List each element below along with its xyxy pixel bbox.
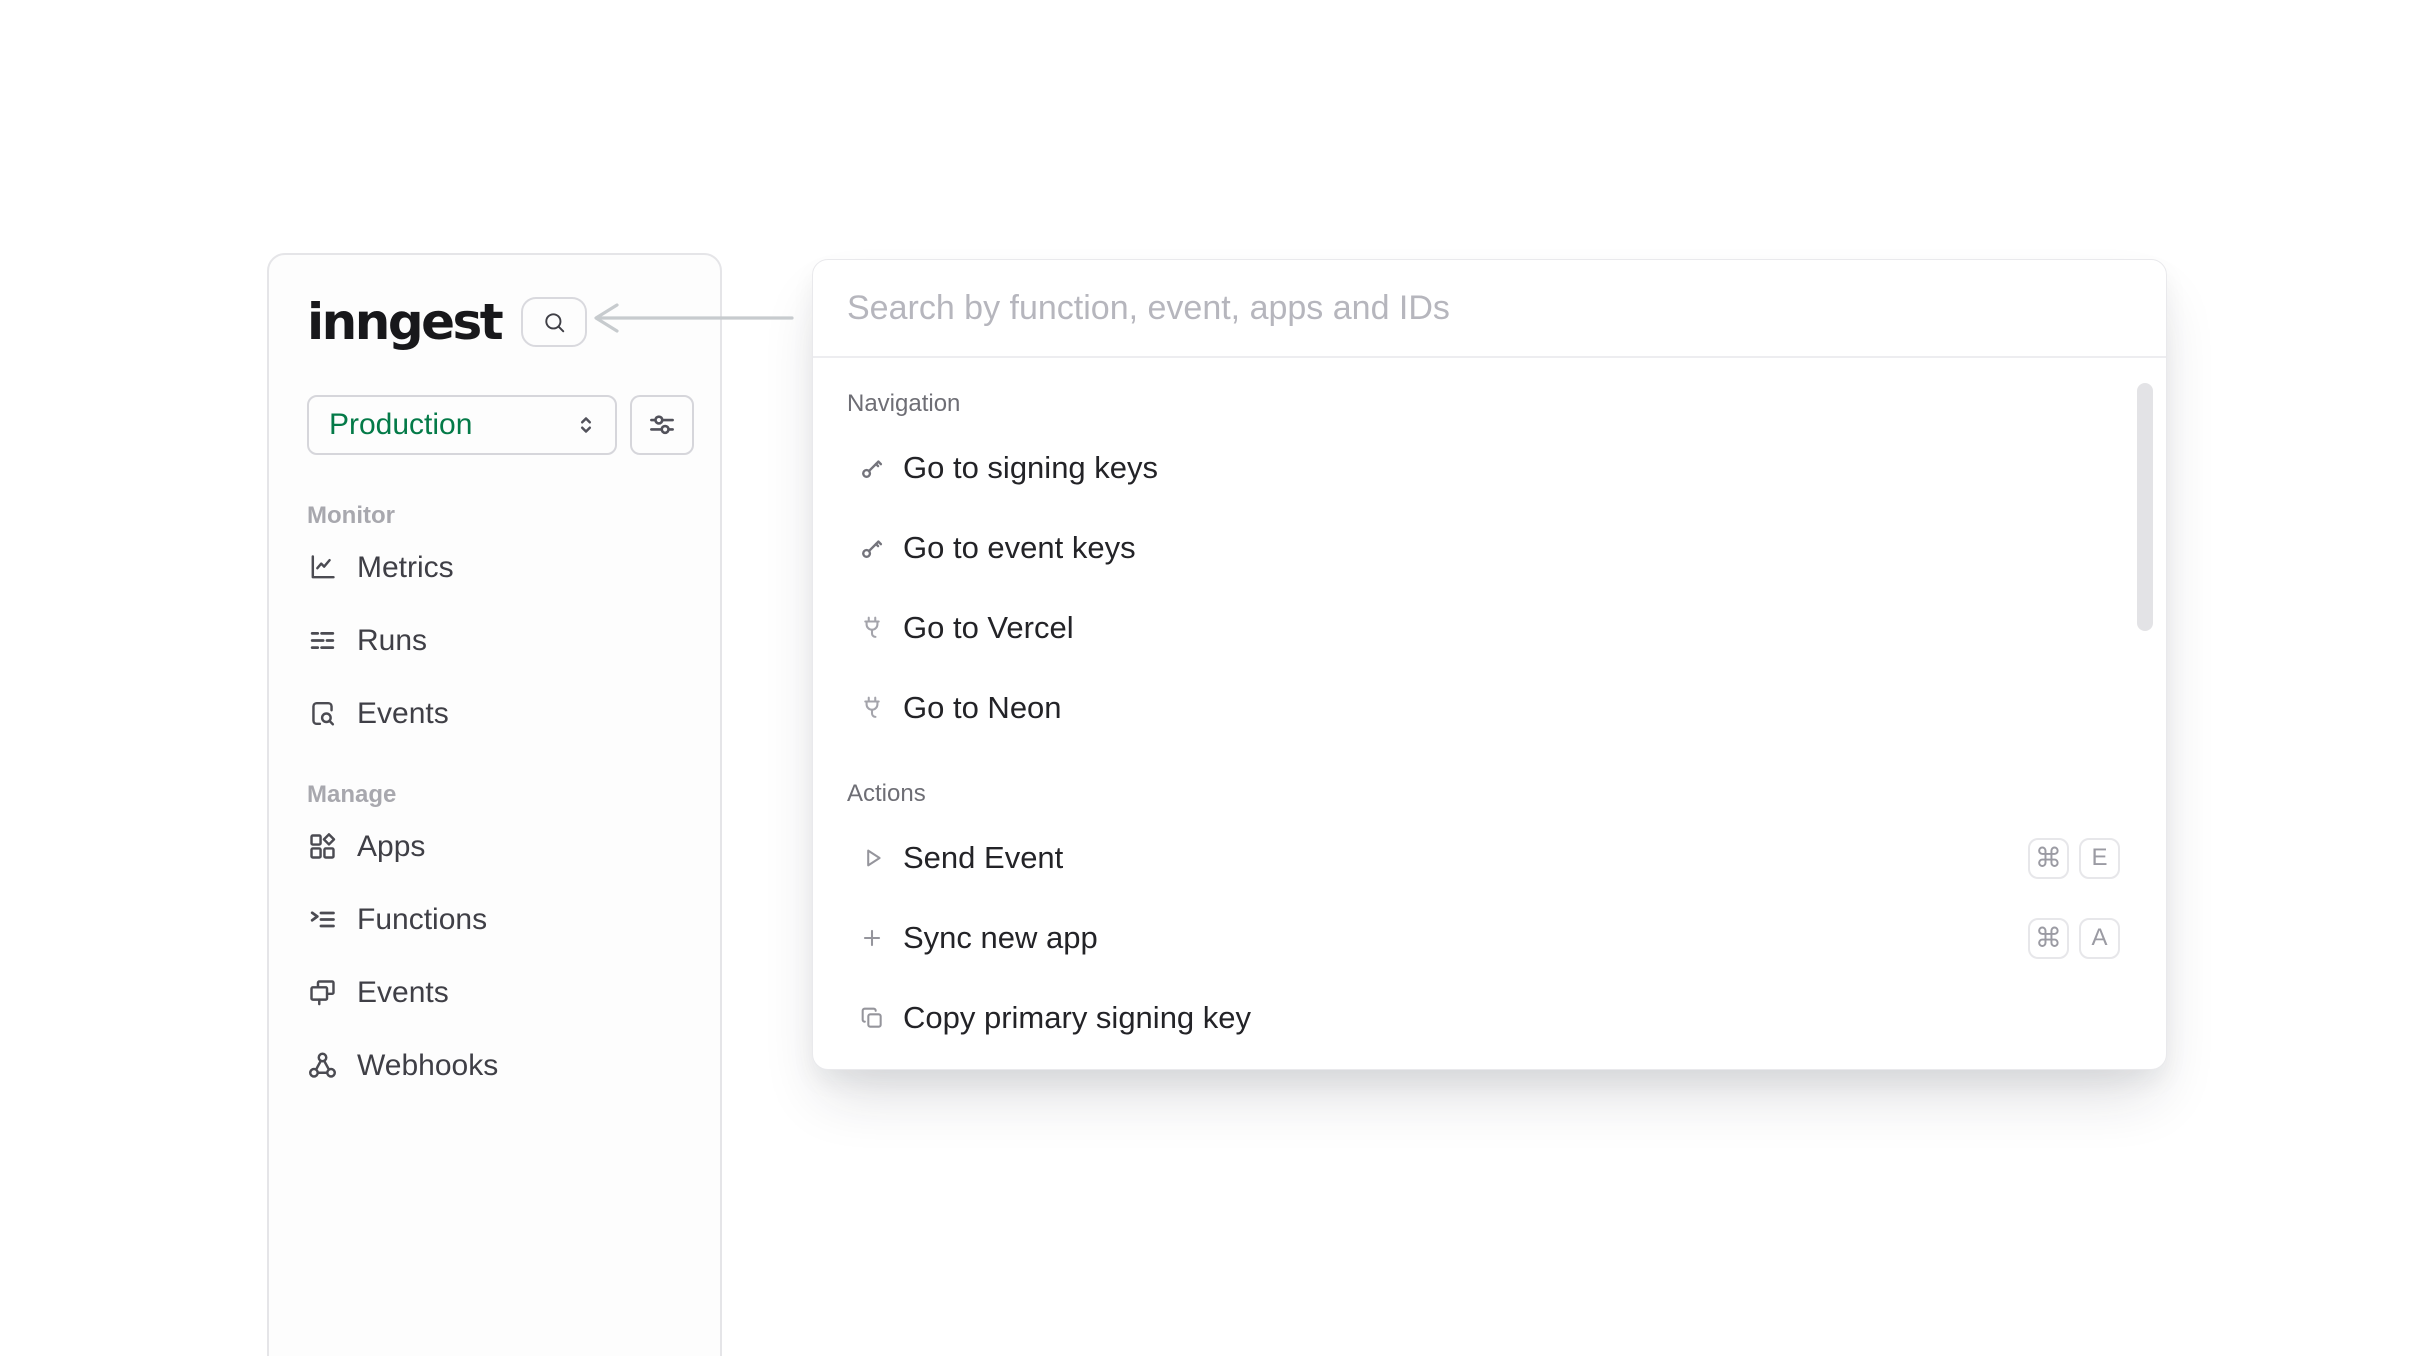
palette-search-input[interactable] <box>847 289 2132 328</box>
plus-icon <box>859 925 885 951</box>
app-canvas: inngest Production <box>0 0 2414 1356</box>
palette-item-go-to-vercel[interactable]: Go to Vercel <box>813 588 2166 668</box>
scrollbar-thumb[interactable] <box>2137 383 2153 631</box>
palette-item-label: Go to Vercel <box>903 610 1074 646</box>
sidebar-item-metrics[interactable]: Metrics <box>307 531 694 604</box>
palette-item-label: Go to signing keys <box>903 450 1158 486</box>
palette-item-go-to-signing-keys[interactable]: Go to signing keys <box>813 428 2166 508</box>
palette-search-row <box>813 260 2166 358</box>
events-windows-icon <box>307 977 338 1008</box>
key-icon <box>859 535 885 561</box>
environment-value: Production <box>329 408 472 442</box>
sidebar-item-label: Functions <box>357 903 487 937</box>
shortcut-key: A <box>2079 918 2120 959</box>
webhooks-icon <box>307 1050 338 1081</box>
palette-item-label: Send Event <box>903 840 1063 876</box>
sidebar: inngest Production <box>267 253 722 1356</box>
search-button[interactable] <box>521 297 587 347</box>
palette-item-label: Go to Neon <box>903 690 1062 726</box>
sidebar-item-label: Webhooks <box>357 1049 498 1083</box>
inngest-logo: inngest <box>307 297 501 347</box>
palette-group-navigation-label: Navigation <box>813 388 2166 420</box>
apps-icon <box>307 831 338 862</box>
command-key-icon: ⌘ <box>2028 838 2069 879</box>
chevrons-up-down-icon <box>573 412 599 438</box>
event-search-icon <box>307 698 338 729</box>
runs-list-icon <box>307 625 338 656</box>
sidebar-item-events-manage[interactable]: Events <box>307 956 694 1029</box>
search-icon <box>541 309 568 336</box>
sidebar-item-runs[interactable]: Runs <box>307 604 694 677</box>
functions-icon <box>307 904 338 935</box>
sliders-icon <box>647 410 677 440</box>
sidebar-item-label: Events <box>357 697 449 731</box>
environment-filter-button[interactable] <box>630 395 694 455</box>
sidebar-section-manage-label: Manage <box>307 780 694 810</box>
sidebar-section-monitor-label: Monitor <box>307 501 694 531</box>
sidebar-item-label: Metrics <box>357 551 454 585</box>
environment-selector[interactable]: Production <box>307 395 617 455</box>
palette-item-send-event[interactable]: Send Event ⌘ E <box>813 818 2166 898</box>
key-icon <box>859 455 885 481</box>
shortcut-badges: ⌘ A <box>2028 918 2120 959</box>
command-key-icon: ⌘ <box>2028 918 2069 959</box>
shortcut-key: E <box>2079 838 2120 879</box>
shortcut-badges: ⌘ E <box>2028 838 2120 879</box>
palette-item-go-to-event-keys[interactable]: Go to event keys <box>813 508 2166 588</box>
palette-item-label: Go to event keys <box>903 530 1136 566</box>
chart-line-icon <box>307 552 338 583</box>
sidebar-item-label: Apps <box>357 830 425 864</box>
sidebar-item-events-monitor[interactable]: Events <box>307 677 694 750</box>
sidebar-item-label: Runs <box>357 624 427 658</box>
command-palette: Navigation Go to signing keys Go to even… <box>812 259 2167 1070</box>
palette-item-go-to-neon[interactable]: Go to Neon <box>813 668 2166 748</box>
palette-item-copy-primary-signing-key[interactable]: Copy primary signing key <box>813 978 2166 1058</box>
copy-icon <box>859 1005 885 1031</box>
sidebar-item-label: Events <box>357 976 449 1010</box>
plug-icon <box>859 695 885 721</box>
plug-icon <box>859 615 885 641</box>
play-icon <box>859 845 885 871</box>
palette-group-actions: Send Event ⌘ E Sync new app ⌘ A <box>813 818 2166 1058</box>
annotation-arrow-icon <box>584 299 798 337</box>
palette-item-label: Sync new app <box>903 920 1098 956</box>
palette-item-sync-new-app[interactable]: Sync new app ⌘ A <box>813 898 2166 978</box>
sidebar-item-functions[interactable]: Functions <box>307 883 694 956</box>
sidebar-item-apps[interactable]: Apps <box>307 810 694 883</box>
palette-group-navigation: Go to signing keys Go to event keys <box>813 428 2166 748</box>
palette-item-label: Copy primary signing key <box>903 1000 1251 1036</box>
sidebar-item-webhooks[interactable]: Webhooks <box>307 1029 694 1102</box>
palette-group-actions-label: Actions <box>813 778 2166 810</box>
environment-row: Production <box>307 395 694 455</box>
